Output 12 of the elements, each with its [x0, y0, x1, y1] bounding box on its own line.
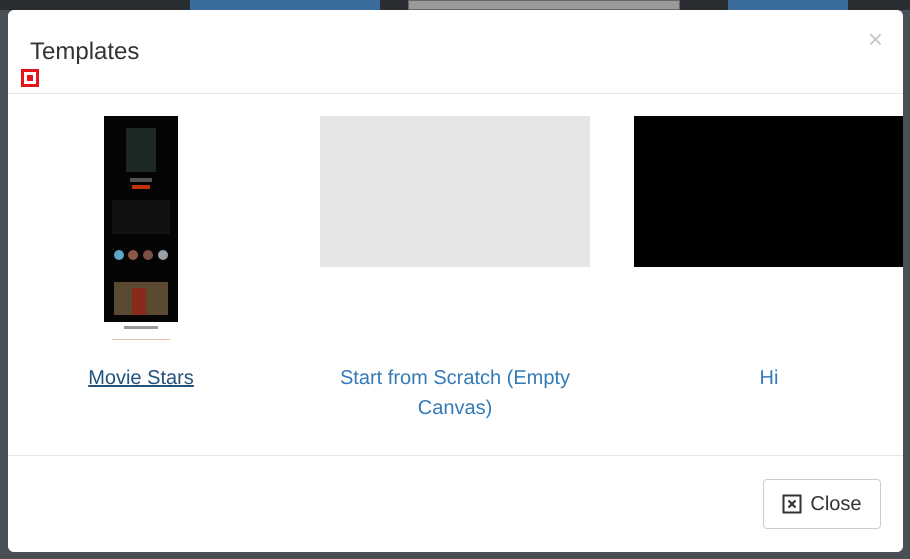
template-link[interactable]: Start from Scratch (Empty Canvas) [320, 363, 590, 423]
template-link[interactable]: Movie Stars [8, 363, 276, 393]
close-icon [782, 494, 802, 514]
toolbar-button[interactable] [408, 0, 680, 10]
modal-title: Templates [30, 37, 140, 67]
template-link[interactable]: Hi [634, 363, 903, 393]
template-thumbnail[interactable] [320, 116, 590, 267]
close-button[interactable]: Close [763, 479, 881, 529]
marker-icon [21, 69, 39, 87]
template-thumbnail[interactable] [634, 116, 903, 267]
toolbar-button[interactable] [728, 0, 848, 10]
toolbar-button[interactable] [190, 0, 380, 10]
